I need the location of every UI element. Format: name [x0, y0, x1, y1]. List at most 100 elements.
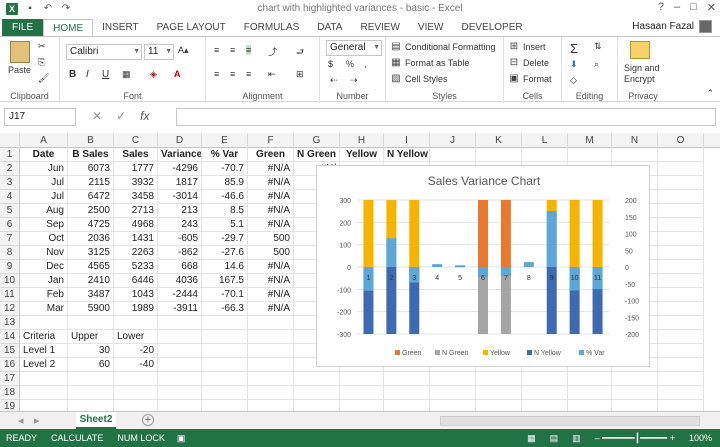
- tab-scroll-left-icon[interactable]: ◂: [18, 414, 24, 427]
- row-header-19[interactable]: 19: [0, 400, 20, 411]
- cell[interactable]: Green: [248, 148, 294, 162]
- row-header-5[interactable]: 5: [0, 204, 20, 218]
- borders-icon[interactable]: ▦: [122, 69, 131, 80]
- cell[interactable]: #N/A: [248, 218, 294, 232]
- copy-icon[interactable]: ⎘: [38, 57, 45, 68]
- sign-button[interactable]: Sign and: [624, 63, 660, 73]
- cell[interactable]: Aug: [20, 204, 68, 218]
- row-header-16[interactable]: 16: [0, 358, 20, 372]
- conditional-formatting-button[interactable]: ▤ Conditional Formatting: [390, 41, 495, 53]
- column-header-m[interactable]: M: [568, 133, 612, 148]
- undo-icon[interactable]: ↶: [42, 3, 54, 15]
- empty-cell[interactable]: [384, 386, 430, 400]
- empty-cell[interactable]: [68, 316, 114, 330]
- cell[interactable]: 2115: [68, 176, 114, 190]
- empty-cell[interactable]: [248, 400, 294, 411]
- page-break-view-icon[interactable]: ▥: [572, 433, 581, 444]
- clear-icon[interactable]: ◇: [570, 75, 577, 86]
- row-header-10[interactable]: 10: [0, 274, 20, 288]
- empty-cell[interactable]: [340, 372, 384, 386]
- empty-cell[interactable]: [430, 400, 476, 411]
- empty-cell[interactable]: [114, 400, 158, 411]
- empty-cell[interactable]: [658, 288, 704, 302]
- merge-center-icon[interactable]: ⊞: [296, 69, 304, 80]
- tab-review[interactable]: REVIEW: [351, 19, 408, 36]
- empty-cell[interactable]: [476, 400, 522, 411]
- column-header-j[interactable]: J: [430, 133, 476, 148]
- empty-cell[interactable]: [658, 204, 704, 218]
- cell[interactable]: -70.7: [202, 162, 248, 176]
- tab-scroll-right-icon[interactable]: ▸: [34, 414, 40, 427]
- cell[interactable]: 1431: [114, 232, 158, 246]
- empty-cell[interactable]: [158, 344, 202, 358]
- fill-color-icon[interactable]: ◈: [150, 69, 157, 80]
- tab-data[interactable]: DATA: [308, 19, 351, 36]
- tab-insert[interactable]: INSERT: [93, 19, 148, 36]
- align-middle-icon[interactable]: ≡: [230, 45, 235, 55]
- empty-cell[interactable]: [658, 232, 704, 246]
- column-header-h[interactable]: H: [340, 133, 384, 148]
- cell[interactable]: #N/A: [248, 162, 294, 176]
- collapse-ribbon-icon[interactable]: ⌃: [706, 88, 714, 99]
- empty-cell[interactable]: [476, 386, 522, 400]
- cell[interactable]: 6073: [68, 162, 114, 176]
- cell-styles-button[interactable]: ▧ Cell Styles: [390, 73, 447, 85]
- name-box[interactable]: J17: [4, 108, 76, 126]
- empty-cell[interactable]: [248, 386, 294, 400]
- cell[interactable]: 3125: [68, 246, 114, 260]
- empty-cell[interactable]: [384, 400, 430, 411]
- cell[interactable]: B Sales: [68, 148, 114, 162]
- sort-filter-icon[interactable]: ⇅: [594, 41, 602, 52]
- format-painter-icon[interactable]: 🖌: [38, 73, 49, 84]
- cell[interactable]: Jul: [20, 190, 68, 204]
- empty-cell[interactable]: [658, 162, 704, 176]
- cell[interactable]: -70.1: [202, 288, 248, 302]
- normal-view-icon[interactable]: ▦: [527, 433, 536, 444]
- empty-cell[interactable]: [248, 330, 294, 344]
- cell[interactable]: 5900: [68, 302, 114, 316]
- empty-cell[interactable]: [20, 386, 68, 400]
- empty-cell[interactable]: [612, 148, 658, 162]
- row-header-7[interactable]: 7: [0, 232, 20, 246]
- bold-button[interactable]: B: [69, 69, 76, 80]
- cell[interactable]: -605: [158, 232, 202, 246]
- empty-cell[interactable]: [68, 386, 114, 400]
- cell[interactable]: #N/A: [248, 274, 294, 288]
- font-size-select[interactable]: 11 ▼: [144, 44, 174, 60]
- empty-cell[interactable]: [294, 372, 340, 386]
- row-header-9[interactable]: 9: [0, 260, 20, 274]
- align-center-icon[interactable]: ≡: [230, 69, 235, 79]
- comma-button[interactable]: ,: [364, 59, 367, 69]
- row-header-6[interactable]: 6: [0, 218, 20, 232]
- empty-cell[interactable]: [114, 386, 158, 400]
- cell[interactable]: 4725: [68, 218, 114, 232]
- cell[interactable]: 6472: [68, 190, 114, 204]
- cell[interactable]: 3487: [68, 288, 114, 302]
- cell[interactable]: Level 2: [20, 358, 68, 372]
- cell[interactable]: 8.5: [202, 204, 248, 218]
- cell[interactable]: 3932: [114, 176, 158, 190]
- save-icon[interactable]: ▪: [24, 3, 36, 15]
- fill-icon[interactable]: ⬇: [570, 59, 578, 70]
- cell[interactable]: 30: [68, 344, 114, 358]
- cell[interactable]: Variance: [158, 148, 202, 162]
- maximize-icon[interactable]: □: [690, 1, 697, 14]
- row-header-18[interactable]: 18: [0, 386, 20, 400]
- cell[interactable]: 2410: [68, 274, 114, 288]
- align-right-icon[interactable]: ≡: [246, 69, 251, 79]
- empty-cell[interactable]: [248, 358, 294, 372]
- indent-icon[interactable]: ⇤: [268, 69, 276, 80]
- row-header-15[interactable]: 15: [0, 344, 20, 358]
- column-header-a[interactable]: A: [20, 133, 68, 148]
- zoom-level[interactable]: 100%: [689, 433, 712, 443]
- empty-cell[interactable]: [202, 386, 248, 400]
- empty-cell[interactable]: [522, 400, 568, 411]
- cell[interactable]: #N/A: [248, 288, 294, 302]
- paste-button[interactable]: Paste: [8, 41, 31, 75]
- cell[interactable]: -2444: [158, 288, 202, 302]
- column-header-g[interactable]: G: [294, 133, 340, 148]
- empty-cell[interactable]: [202, 358, 248, 372]
- row-header-13[interactable]: 13: [0, 316, 20, 330]
- row-header-14[interactable]: 14: [0, 330, 20, 344]
- cell[interactable]: -4296: [158, 162, 202, 176]
